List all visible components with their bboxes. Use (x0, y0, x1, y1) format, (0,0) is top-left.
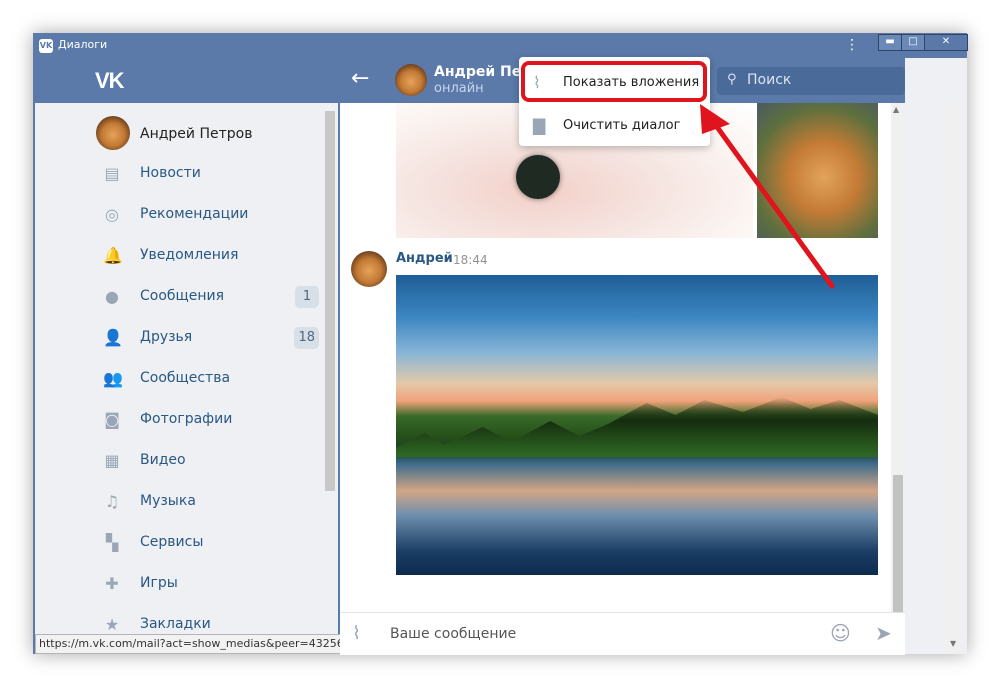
window-scroll-down-icon[interactable]: ▼ (950, 639, 956, 648)
music-note-icon: ♫ (104, 492, 120, 511)
sidebar-item-label: Сервисы (140, 534, 204, 550)
more-vertical-icon[interactable]: ⋮ (845, 38, 859, 52)
search-input[interactable]: ⚲ Поиск (717, 67, 905, 95)
window-title: Диалоги (58, 38, 108, 51)
sidebar-item-label: Друзья (140, 329, 193, 345)
user-name[interactable]: Андрей Петров (140, 126, 252, 142)
title-bar: VK Диалоги ⋮ ▬ □ ✕ (33, 33, 968, 58)
message-composer: ⌇ ☺ ➤ (340, 612, 905, 655)
user-avatar[interactable] (96, 116, 130, 150)
sidebar-item-label: Игры (140, 575, 178, 591)
film-icon: ▦ (104, 451, 120, 470)
sidebar-item-games[interactable]: ✚ Игры (97, 569, 319, 599)
news-icon: ▤ (104, 164, 120, 183)
sidebar-item-communities[interactable]: 👥 Сообщества (97, 364, 319, 394)
attach-paperclip-icon[interactable]: ⌇ (352, 623, 361, 644)
sidebar-item-label: Уведомления (140, 247, 239, 263)
trash-icon: ▇ (533, 116, 546, 135)
search-icon: ⚲ (727, 72, 737, 87)
people-icon: 👥 (103, 369, 123, 388)
sidebar-item-notifications[interactable]: 🔔 Уведомления (97, 241, 319, 271)
menu-item-label: Очистить диалог (563, 118, 681, 133)
messages-count-badge: 1 (295, 286, 319, 308)
sidebar-item-label: Видео (140, 452, 186, 468)
sidebar-item-news[interactable]: ▤ Новости (97, 159, 319, 189)
sidebar-item-label: Сообщества (140, 370, 231, 386)
landscape-trees (396, 397, 878, 457)
sidebar-item-messages[interactable]: ● Сообщения 1 (97, 282, 319, 312)
sidebar-item-label: Сообщения (140, 288, 225, 304)
vk-logo[interactable]: VK (95, 68, 125, 94)
menu-item-clear-dialog[interactable]: ▇ Очистить диалог (519, 108, 710, 144)
friends-count-badge: 18 (294, 327, 319, 349)
star-icon: ★ (104, 615, 120, 634)
grid-icon: ▚ (105, 533, 119, 552)
message-time: 18:44 (453, 253, 488, 267)
highlight-box (521, 61, 707, 102)
window-scrollbar[interactable] (947, 103, 961, 654)
back-arrow-icon[interactable]: ← (351, 66, 369, 92)
search-placeholder: Поиск (747, 72, 792, 88)
sidebar-item-label: Рекомендации (140, 206, 249, 222)
attached-photo-landscape[interactable] (396, 275, 878, 575)
top-bar: VK ← Андрей Петр онлайн ⚲ Поиск (33, 58, 967, 103)
message-author-avatar[interactable] (351, 251, 387, 287)
compass-icon: ◎ (105, 205, 119, 224)
sidebar-item-friends[interactable]: 👤 Друзья 18 (97, 323, 319, 353)
app-window: VK Диалоги ⋮ ▬ □ ✕ VK ← Андрей Петр онла… (33, 33, 968, 655)
sidebar-item-recommendations[interactable]: ◎ Рекомендации (97, 200, 319, 230)
fox-nose (516, 155, 560, 199)
scroll-up-arrow-icon[interactable]: ▲ (893, 105, 899, 114)
camera-icon: ◙ (104, 410, 120, 429)
window-controls: ▬ □ ✕ (878, 34, 968, 51)
chat-bubble-icon: ● (105, 287, 119, 306)
bell-icon: 🔔 (103, 246, 123, 265)
sidebar-item-label: Фотографии (140, 411, 233, 427)
sidebar-item-label: Музыка (140, 493, 196, 509)
status-bar-url: https://m.vk.com/mail?act=show_medias&pe… (35, 634, 376, 654)
contact-status: онлайн (434, 81, 484, 96)
sidebar-scrollbar[interactable] (325, 111, 335, 491)
gamepad-icon: ✚ (105, 574, 119, 593)
vk-app-icon: VK (39, 39, 53, 53)
minimize-button[interactable]: ▬ (878, 34, 902, 51)
chat-scrollbar-thumb[interactable] (893, 475, 903, 625)
send-icon[interactable]: ➤ (875, 621, 892, 645)
sidebar: Андрей Петров ▤ Новости ◎ Рекомендации 🔔… (35, 103, 376, 654)
contact-avatar[interactable] (395, 64, 427, 96)
chat-history: Андрей 18:44 ▲ ▼ (340, 103, 905, 654)
message-author[interactable]: Андрей (396, 251, 453, 266)
person-icon: 👤 (103, 328, 123, 347)
maximize-button[interactable]: □ (901, 34, 925, 51)
close-button[interactable]: ✕ (924, 34, 968, 51)
attached-photo-dog[interactable] (757, 103, 878, 238)
sidebar-item-music[interactable]: ♫ Музыка (97, 487, 319, 517)
emoji-icon[interactable]: ☺ (830, 621, 851, 645)
sidebar-item-video[interactable]: ▦ Видео (97, 446, 319, 476)
sidebar-item-photos[interactable]: ◙ Фотографии (97, 405, 319, 435)
sidebar-item-label: Закладки (140, 616, 211, 632)
message-input[interactable] (388, 621, 772, 647)
sidebar-item-label: Новости (140, 165, 201, 181)
sidebar-item-services[interactable]: ▚ Сервисы (97, 528, 319, 558)
